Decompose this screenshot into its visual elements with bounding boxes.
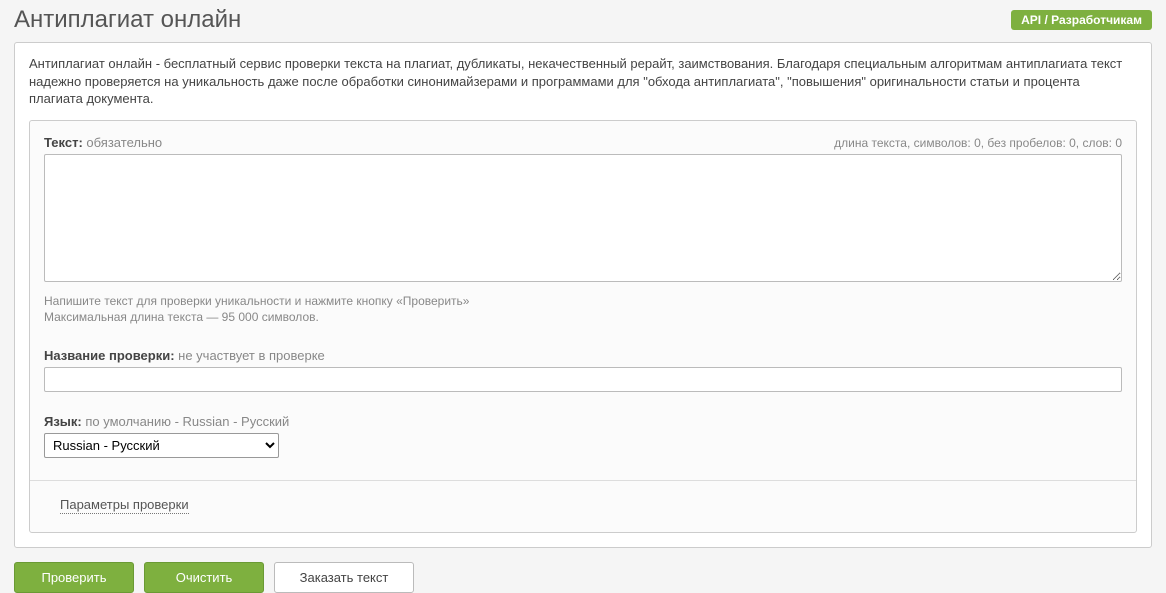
api-developers-badge[interactable]: API / Разработчикам (1011, 10, 1152, 30)
lang-field-note: по умолчанию - Russian - Русский (85, 414, 289, 429)
check-form: Текст: обязательно длина текста, символо… (29, 120, 1137, 534)
lang-field-label: Язык: (44, 414, 82, 429)
page-title: Антиплагиат онлайн (14, 6, 241, 34)
title-field-label: Название проверки: (44, 348, 175, 363)
order-text-button[interactable]: Заказать текст (274, 562, 414, 593)
text-field-label: Текст: (44, 135, 83, 150)
check-button[interactable]: Проверить (14, 562, 134, 593)
title-input[interactable] (44, 367, 1122, 392)
hint-write-text: Напишите текст для проверки уникальности… (44, 293, 1122, 310)
hint-max-length: Максимальная длина текста — 95 000 симво… (44, 309, 1122, 326)
text-stats: длина текста, символов: 0, без пробелов:… (834, 136, 1122, 150)
language-select[interactable]: Russian - Русский (44, 433, 279, 458)
check-params-link[interactable]: Параметры проверки (60, 497, 189, 514)
service-description: Антиплагиат онлайн - бесплатный сервис п… (15, 43, 1151, 120)
main-panel: Антиплагиат онлайн - бесплатный сервис п… (14, 42, 1152, 548)
clear-button[interactable]: Очистить (144, 562, 264, 593)
text-required-note: обязательно (86, 135, 162, 150)
title-field-note: не участвует в проверке (178, 348, 325, 363)
text-input[interactable] (44, 154, 1122, 282)
